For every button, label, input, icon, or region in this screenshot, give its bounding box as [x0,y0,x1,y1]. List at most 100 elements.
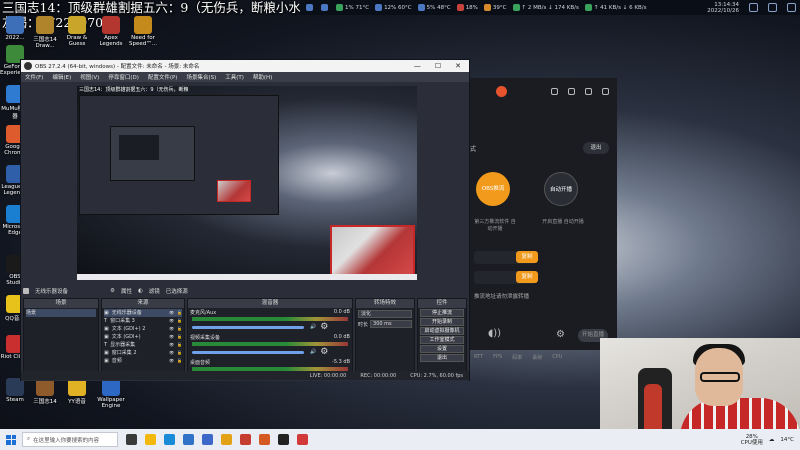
control-button[interactable]: 工作室模式 [420,336,464,344]
obs-stream-mode-button[interactable]: OBS推流 [476,172,510,206]
eye-icon[interactable]: 👁 [169,317,174,325]
copy-server-button[interactable]: 复制 [516,251,538,263]
icon-top-4-icon [102,16,120,34]
icon-bottom-4[interactable]: Wallpaper Engine [96,378,126,409]
desktop-switch-icon[interactable] [749,3,758,12]
speaker-icon[interactable]: 🔊 [310,324,316,330]
obs-window[interactable]: OBS 27.2.4 (64-bit, windows) - 配置文件: 未命名… [20,59,470,382]
settings-gear-icon[interactable]: ⚙ [556,329,565,340]
icon-top-1[interactable]: 2022... [0,16,30,41]
gift-icon[interactable] [551,87,558,95]
file-explorer-icon[interactable] [145,434,156,445]
start-button[interactable] [0,429,22,450]
settings-icon[interactable] [787,3,796,12]
filters-button[interactable]: 滤镜 [149,287,160,295]
control-button[interactable]: 开始录制 [420,318,464,326]
obs-menu-item[interactable]: 文件(F) [25,73,43,81]
filter-icon[interactable]: ◐ [138,288,143,294]
auto-start-mode-button[interactable]: 自动开播 [544,172,578,206]
mixer-track-db: -5.3 dB [332,359,350,365]
icon-top-5[interactable]: Need for Speed™... [128,16,158,47]
bell-icon[interactable] [585,87,592,95]
desktop-icon-label: YY语音 [68,399,86,405]
icon-top-5-icon [134,16,152,34]
icon-bottom-3[interactable]: YY语音 [62,378,92,405]
icon-bottom-2[interactable]: 三国志14 [30,378,60,405]
mail-icon[interactable] [183,434,194,445]
obs-titlebar[interactable]: OBS 27.2.4 (64-bit, windows) - 配置文件: 未命名… [21,60,469,72]
lock-icon[interactable]: 🔓 [177,341,182,349]
obs-menu-item[interactable]: 停靠窗口(D) [108,73,139,81]
icon-top-3[interactable]: Draw & Guess [62,16,92,47]
eye-icon[interactable]: 👁 [169,325,174,333]
gear-icon[interactable]: ⚙ [320,347,328,357]
chrome-icon[interactable] [221,434,232,445]
lock-icon[interactable]: 🔓 [177,325,182,333]
source-item[interactable]: T 显示器采集 👁 🔓 [104,341,182,349]
share-icon[interactable] [602,87,609,95]
app-red-icon[interactable] [297,434,308,445]
source-item[interactable]: ▣ 窗口采集 2 👁 🔓 [104,349,182,357]
obs-menubar: 文件(F) 编辑(E) 视图(V) 停靠窗口(D) 配置文件(P) 场景集合(S) 工具(T… [21,72,469,82]
live-streaming-app[interactable]: 式 退出 OBS推流 自动开播 第三方推流软件 自动开播 开启直播 自动开播 复… [470,78,617,361]
control-button[interactable]: 设置 [420,345,464,353]
icon-top-2[interactable]: 三国志14 Draw... [30,16,60,49]
eye-icon[interactable]: 👁 [169,341,174,349]
notification-icon[interactable] [768,3,777,12]
source-item[interactable]: ▣ 文本 (GDI+) 👁 🔓 [104,333,182,341]
volume-slider[interactable] [192,350,304,354]
eye-icon[interactable]: 👁 [169,357,174,365]
eye-icon[interactable]: 👁 [169,309,174,317]
control-button[interactable]: 退出 [420,354,464,362]
icon-bottom-1[interactable]: Steam [0,378,30,403]
obs-icon[interactable] [278,434,289,445]
lock-icon[interactable]: 🔓 [177,357,182,365]
mixer-controls: 🔊⚙ [190,322,350,332]
obs-menu-item[interactable]: 帮助(H) [253,73,272,81]
store-icon[interactable] [202,434,213,445]
minimize-icon[interactable]: — [414,62,421,70]
photos-icon[interactable] [240,434,251,445]
maximize-icon[interactable]: ☐ [435,62,441,70]
source-item[interactable]: ▣ 音频 👁 🔓 [104,357,182,365]
obs-menu-item[interactable]: 场景集合(S) [186,73,216,81]
copy-key-button[interactable]: 复制 [516,271,538,283]
net2-icon [584,4,592,11]
obs-menu-item[interactable]: 工具(T) [225,73,244,81]
taskbar-search-box[interactable]: ⌕ 在这里输入你要搜索的内容 [22,432,118,447]
lock-icon[interactable]: 🔓 [177,317,182,325]
obs-preview-canvas[interactable]: 三国志14：顶级群雄割据五六：9（无伤兵，断粮 [77,86,417,280]
lock-icon[interactable]: 🔓 [177,333,182,341]
microphone-icon[interactable]: ◖)) [488,328,501,339]
control-button[interactable]: 停止推流 [420,309,464,317]
source-item[interactable]: ▣ 文本 (GDI+) 2 👁 🔓 [104,325,182,333]
desktop-icon-label: Steam [6,397,24,403]
scene-item[interactable]: 场景 [26,309,96,317]
properties-button[interactable]: 属性 [121,287,132,295]
eye-icon[interactable]: 👁 [169,333,174,341]
weather-icon[interactable]: ☁ [769,437,775,443]
exit-mode-button[interactable]: 退出 [583,142,609,154]
duration-input[interactable]: 300 ms [370,320,412,328]
source-item[interactable]: ▣ 无线乐器设备 👁 🔓 [104,309,182,317]
gear-icon[interactable]: ⚙ [320,322,328,332]
skin-icon[interactable] [568,87,575,95]
icon-top-4[interactable]: Apex Legends [96,16,126,47]
volume-slider[interactable] [192,325,304,329]
disk-icon [456,4,464,11]
obs-menu-item[interactable]: 视图(V) [80,73,99,81]
source-item[interactable]: T 窗口采集 3 👁 🔓 [104,317,182,325]
lock-icon[interactable]: 🔓 [177,349,182,357]
edge-icon[interactable] [164,434,175,445]
close-icon[interactable]: ✕ [455,62,461,70]
control-button[interactable]: 启动虚拟摄像机 [420,327,464,335]
task-view-icon[interactable] [126,434,137,445]
obs-menu-item[interactable]: 编辑(E) [52,73,71,81]
transition-select[interactable]: 淡化 [358,310,412,318]
game-icon[interactable] [259,434,270,445]
speaker-icon[interactable]: 🔊 [310,349,316,355]
eye-icon[interactable]: 👁 [169,349,174,357]
lock-icon[interactable]: 🔓 [177,309,182,317]
gear-icon[interactable]: ⚙ [110,288,115,294]
obs-menu-item[interactable]: 配置文件(P) [148,73,178,81]
